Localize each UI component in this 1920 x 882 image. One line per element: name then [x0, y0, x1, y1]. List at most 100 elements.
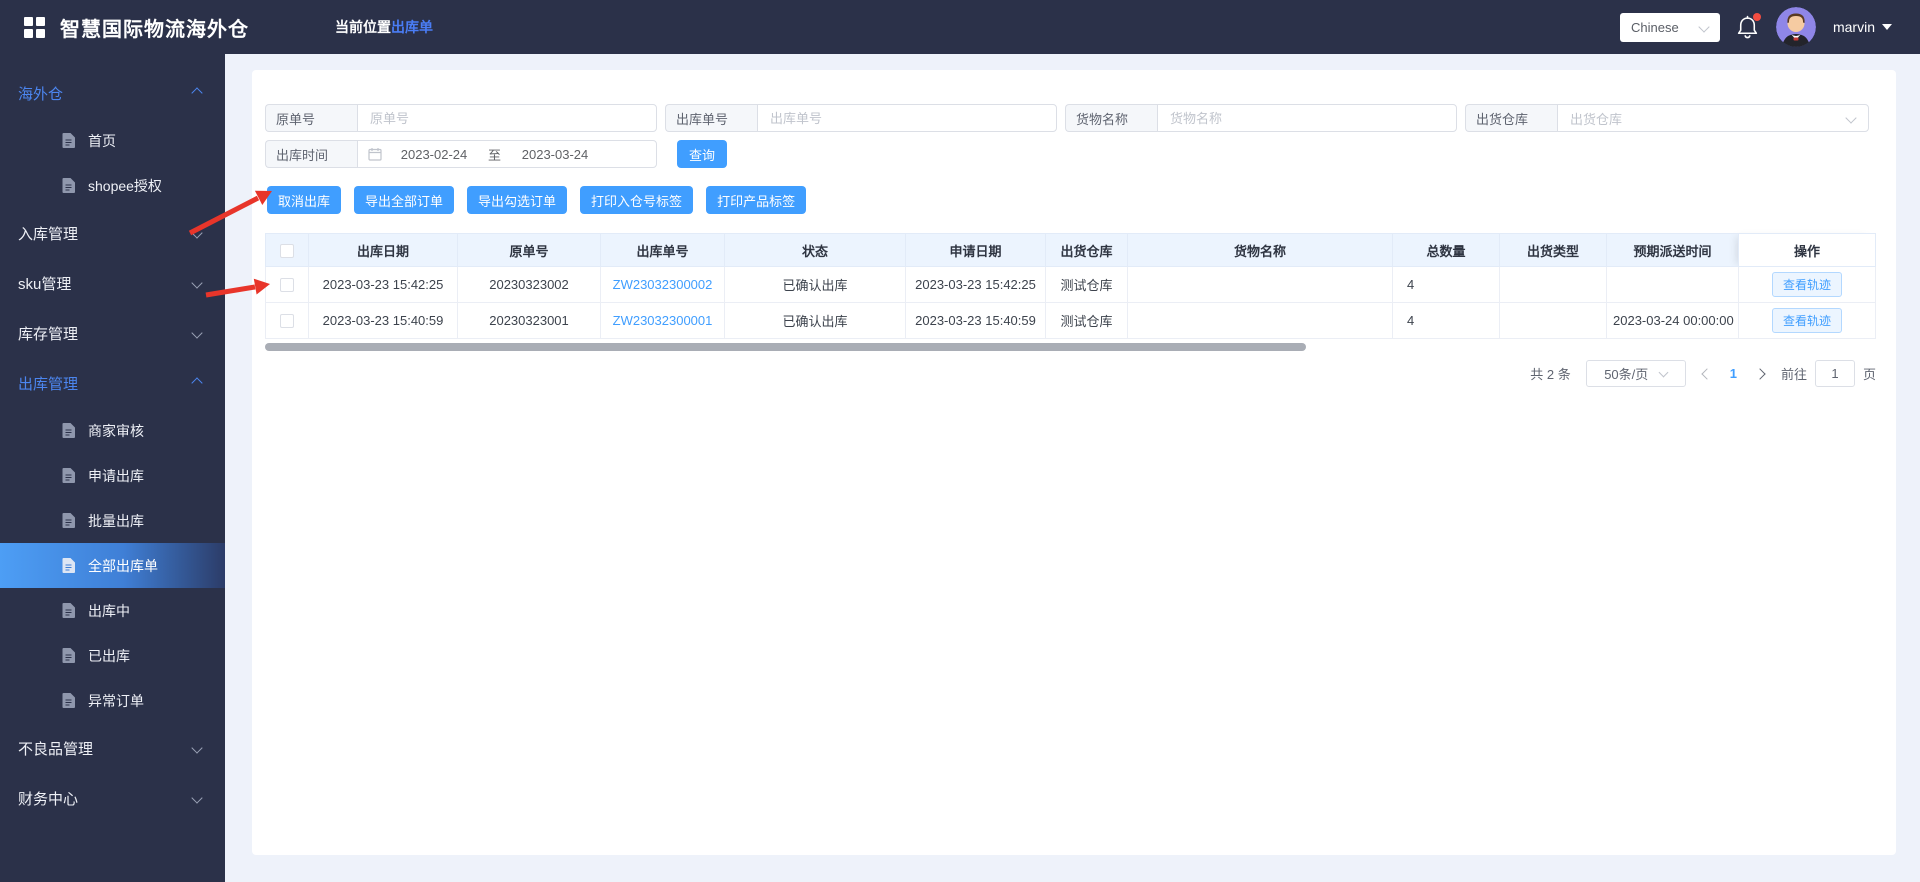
search-button[interactable]: 查询 — [677, 140, 727, 168]
sidebar-item-label: 商家审核 — [88, 421, 144, 441]
apps-grid-icon — [24, 17, 45, 38]
breadcrumb: 当前位置出库单 — [335, 17, 433, 37]
chevron-down-icon — [1659, 367, 1669, 377]
chevron-down-icon — [1698, 21, 1709, 32]
filter-shipping-warehouse: 出货仓库 出货仓库 — [1465, 104, 1869, 132]
row-checkbox[interactable] — [280, 314, 294, 328]
filter-outbound-time: 出库时间 至 — [265, 140, 657, 168]
row-select-cell — [266, 267, 309, 303]
sidebar-item-outbound-in-progress[interactable]: 出库中 — [0, 588, 225, 633]
table-row: 2023-03-23 15:42:25 20230323002 ZW230323… — [266, 267, 1876, 303]
chevron-down-icon — [191, 792, 202, 803]
view-track-button[interactable]: 查看轨迹 — [1772, 272, 1842, 297]
goto-label: 前往 — [1781, 364, 1807, 383]
sidebar-group-inbound-management[interactable]: 入库管理 — [0, 208, 225, 258]
sidebar-item-all-outbound-orders[interactable]: 全部出库单 — [0, 543, 225, 588]
sidebar-item-label: 批量出库 — [88, 511, 144, 531]
cell-actions: 查看轨迹 — [1739, 267, 1876, 303]
calendar-icon — [368, 147, 382, 161]
print-product-label-button[interactable]: 打印产品标签 — [706, 186, 806, 214]
app-title: 智慧国际物流海外仓 — [60, 13, 249, 42]
pagination-current-page[interactable]: 1 — [1728, 366, 1739, 381]
pagination-prev-button[interactable] — [1701, 370, 1713, 378]
sidebar-group-defective-management[interactable]: 不良品管理 — [0, 723, 225, 773]
sidebar-item-shopee-auth[interactable]: shopee授权 — [0, 163, 225, 208]
cell-shipping-warehouse: 测试仓库 — [1046, 303, 1128, 339]
content-card: 原单号 出库单号 货物名称 出货仓库 出货仓库 出库时间 — [252, 70, 1896, 855]
sidebar-item-label: 已出库 — [88, 646, 130, 666]
horizontal-scrollbar-thumb[interactable] — [265, 343, 1306, 351]
language-select[interactable]: Chinese — [1620, 13, 1720, 42]
document-icon — [62, 603, 75, 618]
cell-original-order-no: 20230323001 — [458, 303, 601, 339]
pagination-total: 共 2 条 — [1530, 364, 1570, 383]
cancel-outbound-button[interactable]: 取消出库 — [267, 186, 341, 214]
pagination-next-button[interactable] — [1754, 370, 1766, 378]
language-select-value: Chinese — [1631, 20, 1679, 35]
filter-original-order-no: 原单号 — [265, 104, 657, 132]
export-checked-orders-button[interactable]: 导出勾选订单 — [467, 186, 567, 214]
column-header: 出库单号 — [601, 234, 725, 267]
column-header: 货物名称 — [1128, 234, 1393, 267]
pagination: 共 2 条 50条/页 1 前往 页 — [265, 360, 1882, 387]
sidebar-item-abnormal-orders[interactable]: 异常订单 — [0, 678, 225, 723]
filter-label: 出货仓库 — [1465, 104, 1557, 132]
column-header: 申请日期 — [906, 234, 1046, 267]
cell-total-quantity: 4 — [1393, 303, 1500, 339]
date-range-picker[interactable]: 至 — [357, 140, 657, 168]
sidebar-group-label: sku管理 — [18, 273, 71, 294]
page-size-select[interactable]: 50条/页 — [1586, 360, 1686, 387]
sidebar-group-outbound-management[interactable]: 出库管理 — [0, 358, 225, 408]
column-header: 状态 — [725, 234, 906, 267]
notification-badge — [1753, 13, 1761, 21]
sidebar-group-overseas-warehouse[interactable]: 海外仓 — [0, 68, 225, 118]
outbound-order-link[interactable]: ZW23032300001 — [613, 313, 713, 328]
sidebar-item-merchant-review[interactable]: 商家审核 — [0, 408, 225, 453]
sidebar-group-sku-management[interactable]: sku管理 — [0, 258, 225, 308]
outbound-order-no-input[interactable] — [757, 104, 1057, 132]
user-menu[interactable]: marvin — [1833, 19, 1892, 35]
sidebar-item-outbound-done[interactable]: 已出库 — [0, 633, 225, 678]
sidebar-group-inventory-management[interactable]: 库存管理 — [0, 308, 225, 358]
top-header: 智慧国际物流海外仓 当前位置出库单 Chinese — [0, 0, 1920, 54]
chevron-up-icon — [191, 377, 202, 388]
column-header: 出货类型 — [1500, 234, 1607, 267]
sidebar-item-label: 全部出库单 — [88, 556, 158, 576]
outbound-order-link[interactable]: ZW23032300002 — [613, 277, 713, 292]
cell-status: 已确认出库 — [725, 303, 906, 339]
sidebar-group-label: 出库管理 — [18, 373, 78, 394]
breadcrumb-current-link[interactable]: 出库单 — [391, 19, 433, 35]
sidebar-item-label: 出库中 — [88, 601, 130, 621]
goto-suffix: 页 — [1863, 364, 1876, 383]
sidebar-item-home[interactable]: 首页 — [0, 118, 225, 163]
select-all-checkbox[interactable] — [280, 244, 294, 258]
filter-label: 原单号 — [265, 104, 357, 132]
original-order-no-input[interactable] — [357, 104, 657, 132]
goto-page-input[interactable] — [1815, 360, 1855, 387]
row-checkbox[interactable] — [280, 278, 294, 292]
chevron-down-icon — [191, 742, 202, 753]
cell-status: 已确认出库 — [725, 267, 906, 303]
end-date-input[interactable] — [505, 147, 605, 162]
sidebar-item-apply-outbound[interactable]: 申请出库 — [0, 453, 225, 498]
select-placeholder: 出货仓库 — [1570, 109, 1622, 128]
start-date-input[interactable] — [384, 147, 484, 162]
username: marvin — [1833, 19, 1875, 35]
sidebar-group-finance-center[interactable]: 财务中心 — [0, 773, 225, 823]
notification-bell-icon[interactable] — [1737, 15, 1759, 39]
outbound-orders-table: 出库日期 原单号 出库单号 状态 申请日期 出货仓库 货物名称 总数量 出货类型… — [265, 233, 1875, 351]
user-avatar[interactable] — [1776, 7, 1816, 47]
goods-name-input[interactable] — [1157, 104, 1457, 132]
filter-label: 出库时间 — [265, 140, 357, 168]
export-all-orders-button[interactable]: 导出全部订单 — [354, 186, 454, 214]
date-range-separator: 至 — [484, 145, 505, 164]
print-warehouse-label-button[interactable]: 打印入仓号标签 — [580, 186, 693, 214]
sidebar-item-label: 申请出库 — [88, 466, 144, 486]
shipping-warehouse-select[interactable]: 出货仓库 — [1557, 104, 1869, 132]
view-track-button[interactable]: 查看轨迹 — [1772, 308, 1842, 333]
cell-shipping-type — [1500, 303, 1607, 339]
filter-outbound-order-no: 出库单号 — [665, 104, 1057, 132]
sidebar-item-batch-outbound[interactable]: 批量出库 — [0, 498, 225, 543]
cell-outbound-date: 2023-03-23 15:42:25 — [309, 267, 458, 303]
chevron-down-icon — [191, 227, 202, 238]
